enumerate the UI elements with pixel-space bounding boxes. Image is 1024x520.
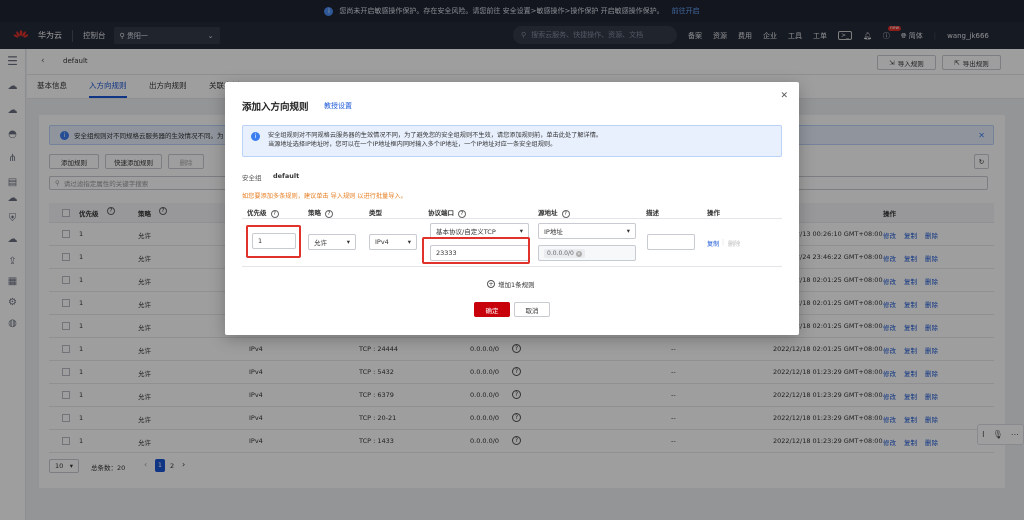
help-icon: ?: [458, 210, 466, 218]
alert-line-1: 安全组规则对不同规格云服务器的生效情况不同，为了避免您的安全组规则不生效，请您添…: [268, 132, 603, 139]
help-icon: ?: [325, 210, 333, 218]
close-icon[interactable]: ✕: [780, 91, 788, 101]
dialog-title: 添加入方向规则: [242, 102, 309, 113]
source-type-select[interactable]: IP地址 ▾: [538, 223, 636, 239]
divider: |: [722, 239, 725, 246]
source-address-value: 0.0.0.0/0: [547, 249, 574, 257]
chevron-down-icon: ▾: [346, 238, 350, 246]
tutorial-link[interactable]: 教授设置: [324, 101, 352, 111]
col-source: 源地址?: [538, 207, 570, 218]
add-one-rule-button[interactable]: + 增加1条规则: [487, 279, 535, 289]
col-ops: 操作: [707, 209, 720, 217]
security-group-value: default: [273, 172, 300, 180]
add-inbound-rule-dialog: 添加入方向规则 教授设置 ✕ i 安全组规则对不同规格云服务器的生效情况不同，为…: [225, 82, 799, 335]
policy-header: 策略: [308, 209, 321, 217]
policy-select[interactable]: 允许 ▾: [308, 234, 356, 250]
plus-circle-icon: +: [487, 280, 495, 288]
delete-rule-link[interactable]: 删除: [728, 239, 740, 248]
help-icon: ?: [561, 210, 570, 218]
priority-header: 优先级: [247, 209, 267, 217]
info-icon: i: [251, 132, 260, 141]
col-policy: 策略?: [308, 207, 333, 218]
protocol-value: 基本协议/自定义TCP: [436, 228, 496, 236]
row-divider: [242, 266, 782, 267]
source-type-value: IP地址: [544, 228, 563, 236]
security-group-label: 安全组: [242, 174, 262, 182]
highlight-box: [422, 237, 530, 264]
highlight-box: [246, 225, 301, 258]
chevron-down-icon: ▾: [519, 227, 523, 235]
policy-value: 允许: [314, 239, 327, 247]
add-one-rule-label: 增加1条规则: [498, 281, 535, 289]
col-priority: 优先级?: [247, 207, 279, 218]
copy-rule-link[interactable]: 复制: [707, 239, 719, 248]
cancel-button[interactable]: 取消: [514, 302, 550, 317]
alert-line-2: 当源地址选择IP地址时，您可以在一个IP地址框内同时输入多个IP地址，一个IP地…: [268, 141, 557, 148]
col-desc: 描述: [646, 209, 659, 217]
help-icon: ?: [270, 210, 279, 218]
confirm-button[interactable]: 确定: [474, 302, 510, 317]
source-address-tag: 0.0.0.0/0 ✕: [544, 248, 585, 258]
chevron-down-icon: ▾: [626, 227, 630, 235]
type-select[interactable]: IPv4 ▾: [369, 234, 417, 250]
source-address-input[interactable]: 0.0.0.0/0 ✕: [538, 245, 636, 261]
dialog-info-alert: i 安全组规则对不同规格云服务器的生效情况不同，为了避免您的安全组规则不生效，请…: [242, 125, 782, 157]
source-header: 源地址: [538, 209, 558, 217]
description-input[interactable]: [647, 234, 695, 250]
col-proto: 协议端口?: [428, 207, 466, 218]
remove-tag-icon[interactable]: ✕: [575, 250, 582, 257]
batch-import-hint: 如您要添加多条规则，建议单击 导入规则 以进行批量导入。: [242, 193, 407, 200]
proto-header: 协议端口: [428, 209, 454, 217]
chevron-down-icon: ▾: [407, 238, 411, 246]
type-value: IPv4: [375, 238, 389, 246]
col-type: 类型: [369, 209, 382, 217]
